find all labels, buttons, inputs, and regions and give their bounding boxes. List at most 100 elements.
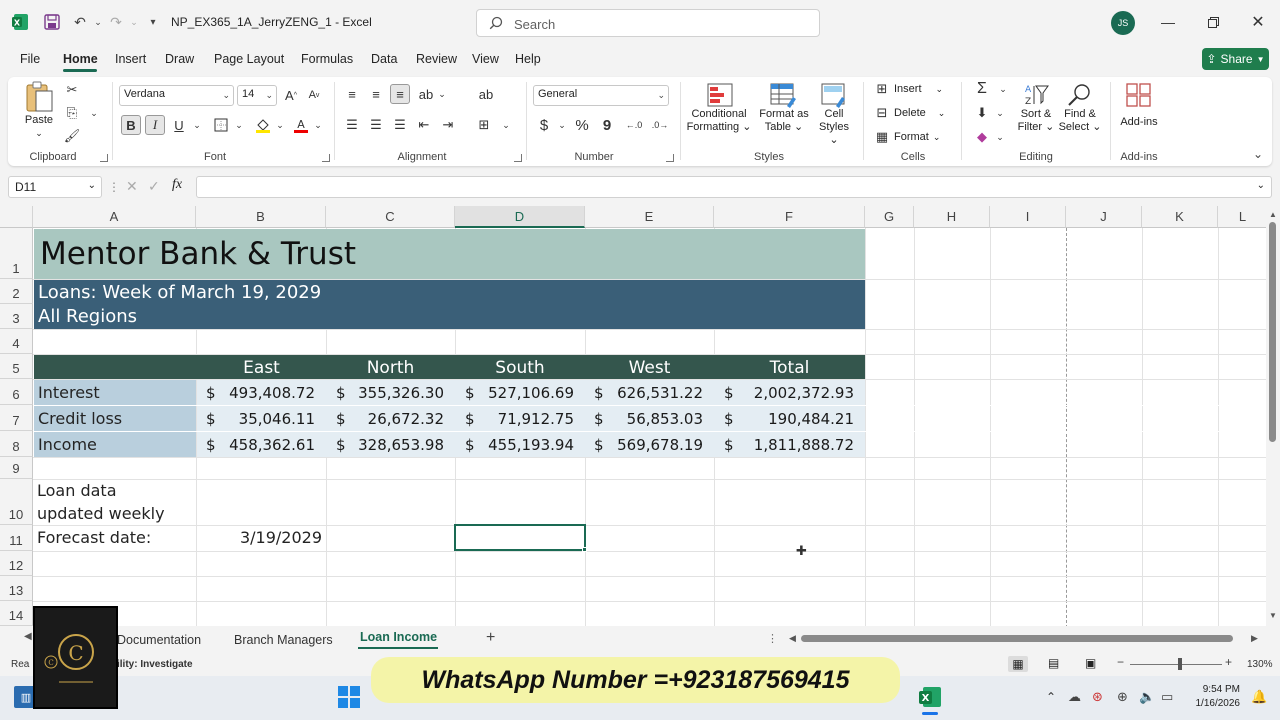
column-header[interactable]: B	[196, 206, 326, 228]
windows-start-icon[interactable]	[338, 686, 360, 708]
copy-icon[interactable]: ⎘	[62, 103, 82, 123]
row-header[interactable]: 2	[0, 279, 33, 304]
row-header[interactable]: 12	[0, 551, 33, 576]
language-icon[interactable]: ⊕	[1117, 689, 1128, 705]
autosum-button[interactable]: Σ	[972, 79, 992, 99]
comma-button[interactable]: 9	[597, 115, 617, 135]
column-header[interactable]: K	[1142, 206, 1218, 228]
align-center-icon[interactable]: ☰	[366, 115, 386, 135]
font-launcher-icon[interactable]	[322, 154, 330, 162]
align-right-icon[interactable]: ☰	[390, 115, 410, 135]
format-cells-button[interactable]: ▦ Format ⌄	[874, 129, 941, 145]
sheet-tab-documentation[interactable]: Documentation	[117, 633, 201, 647]
font-size-select[interactable]: 14 ⌄	[237, 85, 277, 106]
number-launcher-icon[interactable]	[666, 154, 674, 162]
select-all-corner[interactable]	[0, 206, 33, 228]
cancel-icon[interactable]: ✕	[126, 178, 138, 195]
enter-icon[interactable]: ✓	[148, 178, 160, 195]
forecast-label[interactable]: Forecast date:	[37, 528, 151, 547]
chevron-down-icon[interactable]: ⌄	[552, 115, 572, 135]
sheet-title[interactable]: Mentor Bank & Trust	[40, 236, 356, 272]
excel-taskbar-icon[interactable]: X	[918, 686, 942, 708]
alignment-launcher-icon[interactable]	[514, 154, 522, 162]
add-sheet-icon[interactable]: +	[486, 629, 495, 647]
name-box[interactable]: D11 ⌄	[8, 176, 102, 198]
more-options-icon[interactable]: ⋮	[108, 180, 120, 194]
column-label-west[interactable]: West	[585, 358, 714, 378]
number-format-select[interactable]: General ⌄	[533, 85, 669, 106]
column-label-total[interactable]: Total	[714, 358, 865, 378]
value-cell[interactable]: 35,046.11	[218, 410, 315, 428]
column-header[interactable]: H	[914, 206, 990, 228]
taskbar-date[interactable]: 1/16/2026	[1190, 698, 1241, 709]
row-header[interactable]: 6	[0, 379, 33, 405]
note-cell[interactable]: Loan data	[37, 481, 117, 500]
row-header[interactable]: 13	[0, 576, 33, 601]
column-label-north[interactable]: North	[326, 358, 455, 378]
scroll-left-icon[interactable]: ◀	[789, 633, 796, 644]
delete-cells-button[interactable]: ⊟ Delete ⌄	[874, 105, 946, 121]
row-header[interactable]: 4	[0, 329, 33, 354]
close-icon[interactable]: ✕	[1246, 10, 1270, 34]
undo-dropdown-icon[interactable]: ⌄	[88, 12, 108, 32]
accessibility-status[interactable]: ility: Investigate	[117, 659, 193, 670]
chevron-down-icon[interactable]: ⌄	[496, 115, 516, 135]
tab-data[interactable]: Data	[371, 52, 397, 66]
column-header[interactable]: I	[990, 206, 1066, 228]
tab-view[interactable]: View	[472, 52, 499, 66]
tab-formulas[interactable]: Formulas	[301, 52, 353, 66]
fill-handle[interactable]	[582, 547, 587, 552]
value-cell[interactable]: 2,002,372.93	[736, 384, 854, 402]
clear-icon[interactable]: ◆	[972, 127, 992, 147]
font-family-select[interactable]: Verdana ⌄	[119, 85, 234, 106]
middle-align-icon[interactable]: ≡	[366, 84, 386, 104]
scroll-up-icon[interactable]: ▲	[1269, 210, 1277, 219]
row-label-credit-loss[interactable]: Credit loss	[38, 409, 122, 428]
increase-decimal-icon[interactable]: ←.0	[624, 115, 644, 135]
row-label-income[interactable]: Income	[38, 435, 97, 454]
forecast-date[interactable]: 3/19/2029	[197, 528, 322, 547]
row-header[interactable]: 8	[0, 431, 33, 457]
formula-input[interactable]: ⌄	[196, 176, 1272, 198]
chevron-down-icon[interactable]: ⌄	[990, 103, 1010, 123]
vertical-scrollbar[interactable]: ▲ ▼	[1266, 206, 1280, 626]
row-header[interactable]: 3	[0, 304, 33, 329]
chevron-down-icon[interactable]: ⌄	[432, 84, 452, 104]
align-left-icon[interactable]: ☰	[342, 115, 362, 135]
row-header[interactable]: 7	[0, 405, 33, 431]
clipboard-launcher-icon[interactable]	[100, 154, 108, 162]
search-input[interactable]: Search	[476, 9, 820, 37]
worksheet-grid[interactable]: A B C D E F G H I J K L 1 2 3 4 5 6 7 8 …	[0, 206, 1266, 626]
value-cell[interactable]: 458,362.61	[218, 436, 315, 454]
selected-cell[interactable]	[454, 524, 586, 551]
taskbar-time[interactable]: 9:54 PM	[1196, 684, 1240, 695]
row-header[interactable]: 10	[0, 479, 33, 525]
top-align-icon[interactable]: ≡	[342, 84, 362, 104]
speaker-icon[interactable]: 🔈	[1139, 689, 1155, 705]
zoom-in-icon[interactable]: +	[1225, 655, 1232, 669]
zoom-level[interactable]: 130%	[1247, 659, 1273, 670]
wrap-text-icon[interactable]: ab	[476, 84, 496, 104]
chevron-down-icon[interactable]: ⌄	[187, 115, 207, 135]
notification-bell-icon[interactable]: 🔔	[1251, 689, 1267, 705]
column-header[interactable]: E	[585, 206, 714, 228]
redo-dropdown-icon[interactable]: ⌄	[124, 12, 144, 32]
borders-icon[interactable]	[211, 115, 231, 135]
increase-indent-icon[interactable]: ⇥	[438, 115, 458, 135]
page-break-view-icon[interactable]: ▣	[1085, 656, 1096, 670]
collapse-ribbon-icon[interactable]: ⌄	[1253, 147, 1263, 161]
tab-review[interactable]: Review	[416, 52, 457, 66]
scroll-right-icon[interactable]: ▶	[1251, 633, 1258, 644]
value-cell[interactable]: 190,484.21	[736, 410, 854, 428]
column-header[interactable]: J	[1066, 206, 1142, 228]
tab-home[interactable]: Home	[63, 52, 98, 66]
chevron-down-icon[interactable]: ⌄	[990, 127, 1010, 147]
row-header[interactable]: 1	[0, 228, 33, 279]
value-cell[interactable]: 626,531.22	[606, 384, 703, 402]
customize-toolbar-icon[interactable]: ▾	[143, 12, 163, 32]
scroll-down-icon[interactable]: ▼	[1269, 611, 1277, 620]
format-as-table-button[interactable]: Format as Table ⌄	[757, 82, 811, 134]
chevron-down-icon[interactable]: ⌄	[84, 103, 104, 123]
zoom-slider-thumb[interactable]	[1178, 658, 1182, 670]
value-cell[interactable]: 71,912.75	[477, 410, 574, 428]
